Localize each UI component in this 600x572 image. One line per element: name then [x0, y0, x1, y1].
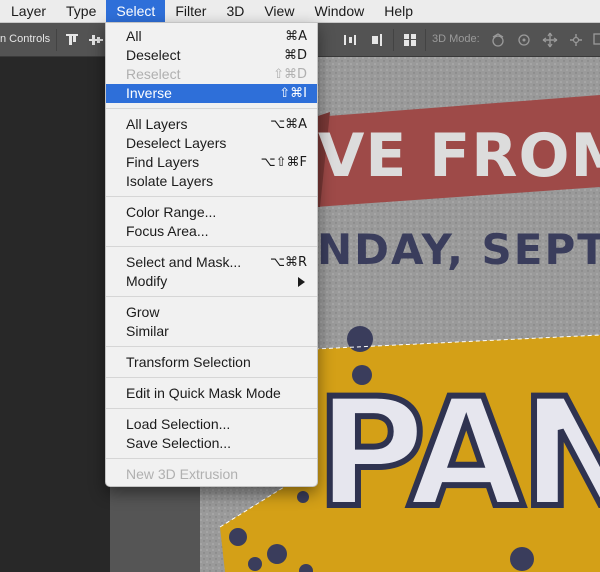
menu-item-all[interactable]: All ⌘A: [106, 27, 317, 46]
distribute-horizontal-icon[interactable]: [342, 32, 358, 48]
menu-item-transform-selection[interactable]: Transform Selection: [106, 353, 317, 372]
menu-filter[interactable]: Filter: [165, 0, 216, 23]
menu-separator: [106, 377, 317, 378]
auto-align-icon[interactable]: [402, 32, 418, 48]
menu-view[interactable]: View: [254, 0, 304, 23]
menu-select[interactable]: Select: [106, 0, 166, 23]
menu-3d[interactable]: 3D: [216, 0, 254, 23]
menu-separator: [106, 108, 317, 109]
tools-panel-area: [0, 57, 110, 572]
menu-item-select-and-mask[interactable]: Select and Mask... ⌥⌘R: [106, 253, 317, 272]
menu-item-all-layers[interactable]: All Layers ⌥⌘A: [106, 115, 317, 134]
menu-separator: [106, 196, 317, 197]
menu-item-new-3d-extrusion: New 3D Extrusion: [126, 466, 239, 482]
menu-item-reselect: Reselect ⇧⌘D: [126, 66, 307, 82]
options-divider: [393, 29, 394, 51]
select-menu-dropdown: All ⌘A Deselect ⌘D Reselect ⇧⌘D Inverse ⇧⌘I …: [105, 22, 318, 487]
align-top-icon[interactable]: [64, 32, 80, 48]
menu-item-similar[interactable]: Similar: [106, 322, 317, 341]
menu-separator: [106, 408, 317, 409]
menu-item-save-selection[interactable]: Save Selection...: [106, 434, 317, 453]
menu-item-grow[interactable]: Grow: [106, 303, 317, 322]
poster-banner-text: VE FROM: [318, 121, 600, 191]
menu-layer[interactable]: Layer: [0, 0, 56, 23]
3d-slide-icon[interactable]: [568, 32, 584, 48]
options-divider: [56, 29, 57, 51]
menu-item-inverse[interactable]: Inverse ⇧⌘I: [106, 84, 317, 103]
menu-separator: [106, 246, 317, 247]
menu-item-color-range[interactable]: Color Range...: [106, 203, 317, 222]
options-divider: [425, 29, 426, 51]
menu-separator: [106, 346, 317, 347]
3d-orbit-icon[interactable]: [490, 32, 506, 48]
menu-item-isolate-layers[interactable]: Isolate Layers: [106, 172, 317, 191]
menu-item-focus-area[interactable]: Focus Area...: [106, 222, 317, 241]
menu-item-deselect-layers[interactable]: Deselect Layers: [106, 134, 317, 153]
align-vertical-center-icon[interactable]: [88, 32, 104, 48]
poster-title-text: PAN: [313, 364, 600, 544]
menu-help[interactable]: Help: [374, 0, 423, 23]
distribute-right-icon[interactable]: [368, 32, 384, 48]
submenu-arrow-icon: [298, 277, 305, 287]
poster-date-text: NDAY, SEPTE: [317, 225, 600, 274]
menu-item-deselect[interactable]: Deselect ⌘D: [106, 46, 317, 65]
menu-separator: [106, 296, 317, 297]
menu-item-quick-mask[interactable]: Edit in Quick Mask Mode: [106, 384, 317, 403]
menu-separator: [106, 458, 317, 459]
3d-roll-icon[interactable]: [516, 32, 532, 48]
menu-item-load-selection[interactable]: Load Selection...: [106, 415, 317, 434]
3d-pan-icon[interactable]: [542, 32, 558, 48]
3d-scale-icon[interactable]: [592, 32, 600, 48]
menu-type[interactable]: Type: [56, 0, 106, 23]
menu-window[interactable]: Window: [304, 0, 374, 23]
3d-mode-label: 3D Mode:: [432, 33, 480, 45]
menu-item-find-layers[interactable]: Find Layers ⌥⇧⌘F: [106, 153, 317, 172]
menu-bar: Layer Type Select Filter 3D View Window …: [0, 0, 600, 23]
transform-controls-label[interactable]: n Controls: [0, 33, 50, 45]
menu-item-modify[interactable]: Modify: [106, 272, 317, 291]
